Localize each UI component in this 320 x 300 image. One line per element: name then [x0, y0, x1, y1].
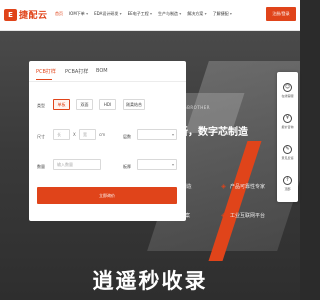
size-width-input[interactable]: 宽 — [79, 129, 96, 140]
qty-label: 数量 — [37, 164, 45, 169]
sidebar-item-label: 顶部 — [284, 186, 291, 191]
size-length-input[interactable]: 长 — [53, 129, 70, 140]
sidebar-item-quote[interactable]: ¥ 报价咨询 — [277, 107, 298, 135]
quote-panel: PCB打样 PCBA打样 BOM 类型 单板 双面 HDI 刚柔结合 尺寸 长 … — [29, 61, 186, 221]
network-icon: ◈ — [221, 212, 226, 219]
headset-icon: ☺ — [283, 82, 292, 92]
nav-item-about[interactable]: 了解捷配 ▾ — [213, 10, 232, 18]
hero-feature: ◈ 工业互联网平台 — [221, 212, 266, 219]
size-separator: X — [73, 132, 76, 137]
top-header: E 捷配云 首页 IOM下单 ▾ EDA设计研发 ▾ EE电子工程 ▾ 生产与制… — [0, 0, 300, 31]
shield-icon: ◈ — [221, 183, 226, 190]
option-single[interactable]: 单板 — [53, 99, 70, 110]
chevron-down-icon: ▾ — [204, 11, 207, 16]
nav-item-solutions[interactable]: 解决方案 ▾ — [187, 10, 206, 18]
tab-pcb[interactable]: PCB打样 — [36, 68, 56, 75]
option-double[interactable]: 双面 — [76, 99, 93, 110]
size-unit: cm — [99, 132, 106, 137]
hero-feature: ◈ 产品可靠性专家 — [221, 183, 266, 190]
hero-title: 新，数字芯制造 — [178, 127, 248, 138]
tab-pcba[interactable]: PCBA打样 — [65, 68, 88, 75]
logo-mark-icon: E — [4, 8, 17, 21]
chevron-down-icon: ▾ — [119, 11, 122, 16]
sidebar-item-top[interactable]: ↑ 顶部 — [277, 169, 298, 197]
sidebar-item-label: 在线客服 — [281, 93, 294, 98]
option-rigid-flex[interactable]: 刚柔结合 — [123, 99, 145, 110]
nav-item-iom[interactable]: IOM下单 ▾ — [69, 10, 88, 18]
chevron-down-icon: ▾ — [179, 11, 182, 16]
board-thickness-select[interactable]: ▾ — [137, 159, 177, 170]
sidebar-item-label: 意见反馈 — [281, 155, 294, 160]
tab-bom[interactable]: BOM — [96, 68, 108, 74]
price-icon: ¥ — [283, 113, 292, 123]
brand-logo[interactable]: E 捷配云 — [4, 8, 48, 21]
nav-item-ee[interactable]: EE电子工程 ▾ — [128, 10, 152, 18]
floating-sidebar: ☺ 在线客服 ¥ 报价咨询 ✎ 意见反馈 ↑ 顶部 — [277, 72, 298, 202]
sidebar-item-label: 报价咨询 — [281, 124, 294, 129]
board-thickness-label: 板厚 — [123, 164, 131, 169]
get-quote-button[interactable]: 立即询价 — [37, 187, 177, 204]
chevron-down-icon: ▾ — [229, 11, 232, 16]
chevron-down-icon: ▾ — [171, 162, 174, 167]
main-nav: 首页 IOM下单 ▾ EDA设计研发 ▾ EE电子工程 ▾ 生产与制造 ▾ 解决… — [55, 10, 238, 18]
brand-name: 捷配云 — [19, 11, 48, 21]
thickness-label: 层数 — [123, 134, 131, 139]
layer-label: 类型 — [37, 103, 45, 108]
option-hdi[interactable]: HDI — [99, 99, 116, 110]
active-tab-indicator — [36, 79, 52, 80]
login-register-button[interactable]: 注册/登录 — [266, 7, 296, 21]
edit-icon: ✎ — [283, 144, 292, 154]
chevron-down-icon: ▾ — [86, 11, 89, 16]
qty-input[interactable]: 输入数量 — [53, 159, 101, 170]
sidebar-item-feedback[interactable]: ✎ 意见反馈 — [277, 138, 298, 166]
nav-item-eda[interactable]: EDA设计研发 ▾ — [94, 10, 122, 18]
layers-select[interactable]: ▾ — [137, 129, 177, 140]
arrow-up-icon: ↑ — [283, 175, 292, 185]
size-label: 尺寸 — [37, 134, 45, 139]
chevron-down-icon: ▾ — [171, 132, 174, 137]
watermark-slogan: 逍遥秒收录 — [92, 269, 208, 293]
chevron-down-icon: ▾ — [150, 11, 153, 16]
quote-tabs: PCB打样 PCBA打样 BOM — [29, 61, 186, 82]
nav-item-production[interactable]: 生产与制造 ▾ — [158, 10, 181, 18]
sidebar-item-service[interactable]: ☺ 在线客服 — [277, 76, 298, 104]
nav-item-home[interactable]: 首页 — [55, 10, 63, 18]
